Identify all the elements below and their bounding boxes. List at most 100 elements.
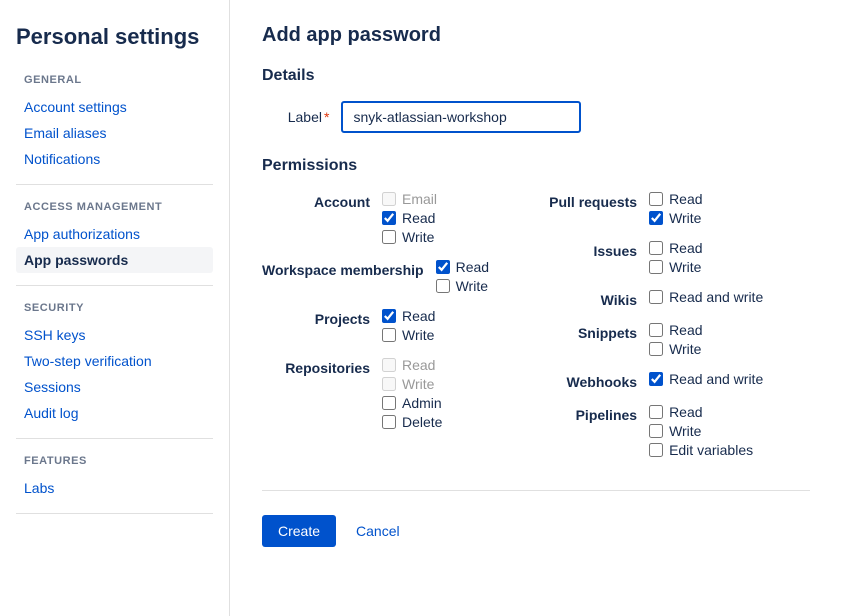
perm-row: Read [649, 404, 753, 420]
perm-checkbox-snippets-0[interactable] [649, 323, 663, 337]
perm-checkbox-pipelines-0[interactable] [649, 405, 663, 419]
label-field: Label * [262, 101, 810, 133]
perm-checkbox-account-0[interactable] [382, 192, 396, 206]
perm-group-pipelines: PipelinesRead Write Edit variables [529, 404, 763, 458]
perm-row: Delete [382, 414, 442, 430]
main-content: Add app password Details Label * Permiss… [230, 0, 842, 616]
perm-options: Read and write [649, 289, 763, 305]
perm-checkbox-repositories-3[interactable] [382, 415, 396, 429]
perm-group-name: Projects [262, 308, 382, 327]
perm-checkbox-pull-requests-0[interactable] [649, 192, 663, 206]
perm-option-label: Write [456, 278, 488, 294]
perm-group-name: Account [262, 191, 382, 210]
perm-row: Write [649, 210, 702, 226]
sidebar-item-app-authorizations[interactable]: App authorizations [16, 221, 213, 247]
sidebar-section-label-2: SECURITY [24, 302, 213, 314]
perm-checkbox-issues-1[interactable] [649, 260, 663, 274]
sidebar-item-two-step-verification[interactable]: Two-step verification [16, 348, 213, 374]
perm-group-name: Snippets [529, 322, 649, 341]
sidebar-item-labs[interactable]: Labs [16, 475, 213, 501]
perm-options: Read Write [649, 322, 702, 357]
perm-group-name: Pipelines [529, 404, 649, 423]
permissions-right: Pull requestsReadWriteIssuesReadWriteWik… [529, 191, 763, 458]
perm-group-account: Account Email Read Write [262, 191, 489, 245]
details-heading: Details [262, 67, 810, 85]
perm-option-label: Read [402, 357, 435, 373]
perm-row: Write [382, 327, 435, 343]
perm-row: Read and write [649, 289, 763, 305]
sidebar-item-sessions[interactable]: Sessions [16, 374, 213, 400]
permissions-container: Account Email Read Write Workspace membershi… [262, 191, 810, 458]
perm-group-wikis: WikisRead and write [529, 289, 763, 308]
perm-checkbox-repositories-0[interactable] [382, 358, 396, 372]
add-app-password-heading: Add app password [262, 24, 810, 47]
perm-group-name: Workspace membership [262, 259, 436, 278]
perm-checkbox-pipelines-2[interactable] [649, 443, 663, 457]
perm-checkbox-pipelines-1[interactable] [649, 424, 663, 438]
perm-options: Read Write Admin Delete [382, 357, 442, 430]
perm-options: Read Write [436, 259, 489, 294]
perm-checkbox-workspace-membership-1[interactable] [436, 279, 450, 293]
perm-group-pull-requests: Pull requests Read Write [529, 191, 763, 226]
perm-checkbox-repositories-1[interactable] [382, 377, 396, 391]
perm-checkbox-wikis-0[interactable] [649, 290, 663, 304]
create-button[interactable]: Create [262, 515, 336, 547]
perm-options: Email Read Write [382, 191, 437, 245]
perm-option-label: Delete [402, 414, 442, 430]
perm-option-label: Read [456, 259, 489, 275]
perm-checkbox-account-1[interactable] [382, 211, 396, 225]
sidebar-item-email-aliases[interactable]: Email aliases [16, 120, 213, 146]
perm-option-label: Edit variables [669, 442, 753, 458]
perm-checkbox-webhooks-0[interactable] [649, 372, 663, 386]
sidebar-item-notifications[interactable]: Notifications [16, 146, 213, 172]
sidebar-section-label-3: FEATURES [24, 455, 213, 467]
perm-option-label: Read [669, 191, 702, 207]
sidebar-item-ssh-keys[interactable]: SSH keys [16, 322, 213, 348]
perm-checkbox-workspace-membership-0[interactable] [436, 260, 450, 274]
sidebar-item-audit-log[interactable]: Audit log [16, 400, 213, 426]
perm-option-label: Write [402, 327, 434, 343]
perm-options: Read Write Edit variables [649, 404, 753, 458]
perm-group-snippets: Snippets Read Write [529, 322, 763, 357]
perm-option-label: Read [402, 210, 435, 226]
perm-checkbox-projects-1[interactable] [382, 328, 396, 342]
perm-row: Write [649, 341, 702, 357]
perm-checkbox-snippets-1[interactable] [649, 342, 663, 356]
perm-group-name: Pull requests [529, 191, 649, 210]
perm-checkbox-projects-0[interactable] [382, 309, 396, 323]
perm-group-name: Wikis [529, 289, 649, 308]
perm-checkbox-pull-requests-1[interactable] [649, 211, 663, 225]
perm-row: Read [382, 357, 442, 373]
perm-checkbox-account-2[interactable] [382, 230, 396, 244]
perm-row: Read [382, 308, 435, 324]
sidebar-section-label-0: GENERAL [24, 74, 213, 86]
perm-option-label: Write [669, 423, 701, 439]
perm-row: Read [436, 259, 489, 275]
perm-row: Edit variables [649, 442, 753, 458]
perm-option-label: Read [669, 240, 702, 256]
perm-option-label: Write [669, 259, 701, 275]
perm-option-label: Read [669, 322, 702, 338]
perm-row: Read [649, 191, 702, 207]
perm-group-name: Repositories [262, 357, 382, 376]
perm-row: Read [382, 210, 437, 226]
perm-option-label: Write [669, 210, 701, 226]
sidebar-item-app-passwords[interactable]: App passwords [16, 247, 213, 273]
perm-row: Read [649, 322, 702, 338]
sidebar: Personal settings GENERAL Account setting… [0, 0, 230, 616]
page-title: Personal settings [16, 24, 213, 50]
perm-option-label: Write [402, 229, 434, 245]
perm-option-label: Read and write [669, 371, 763, 387]
perm-row: Read and write [649, 371, 763, 387]
perm-option-label: Email [402, 191, 437, 207]
perm-option-label: Admin [402, 395, 442, 411]
perm-group-repositories: Repositories Read Write Admin Delete [262, 357, 489, 430]
perm-checkbox-issues-0[interactable] [649, 241, 663, 255]
perm-option-label: Write [402, 376, 434, 392]
sidebar-item-account-settings[interactable]: Account settings [16, 94, 213, 120]
perm-row: Write [382, 376, 442, 392]
cancel-button[interactable]: Cancel [348, 515, 408, 547]
label-input[interactable] [341, 101, 581, 133]
sidebar-divider-3 [16, 513, 213, 514]
perm-checkbox-repositories-2[interactable] [382, 396, 396, 410]
